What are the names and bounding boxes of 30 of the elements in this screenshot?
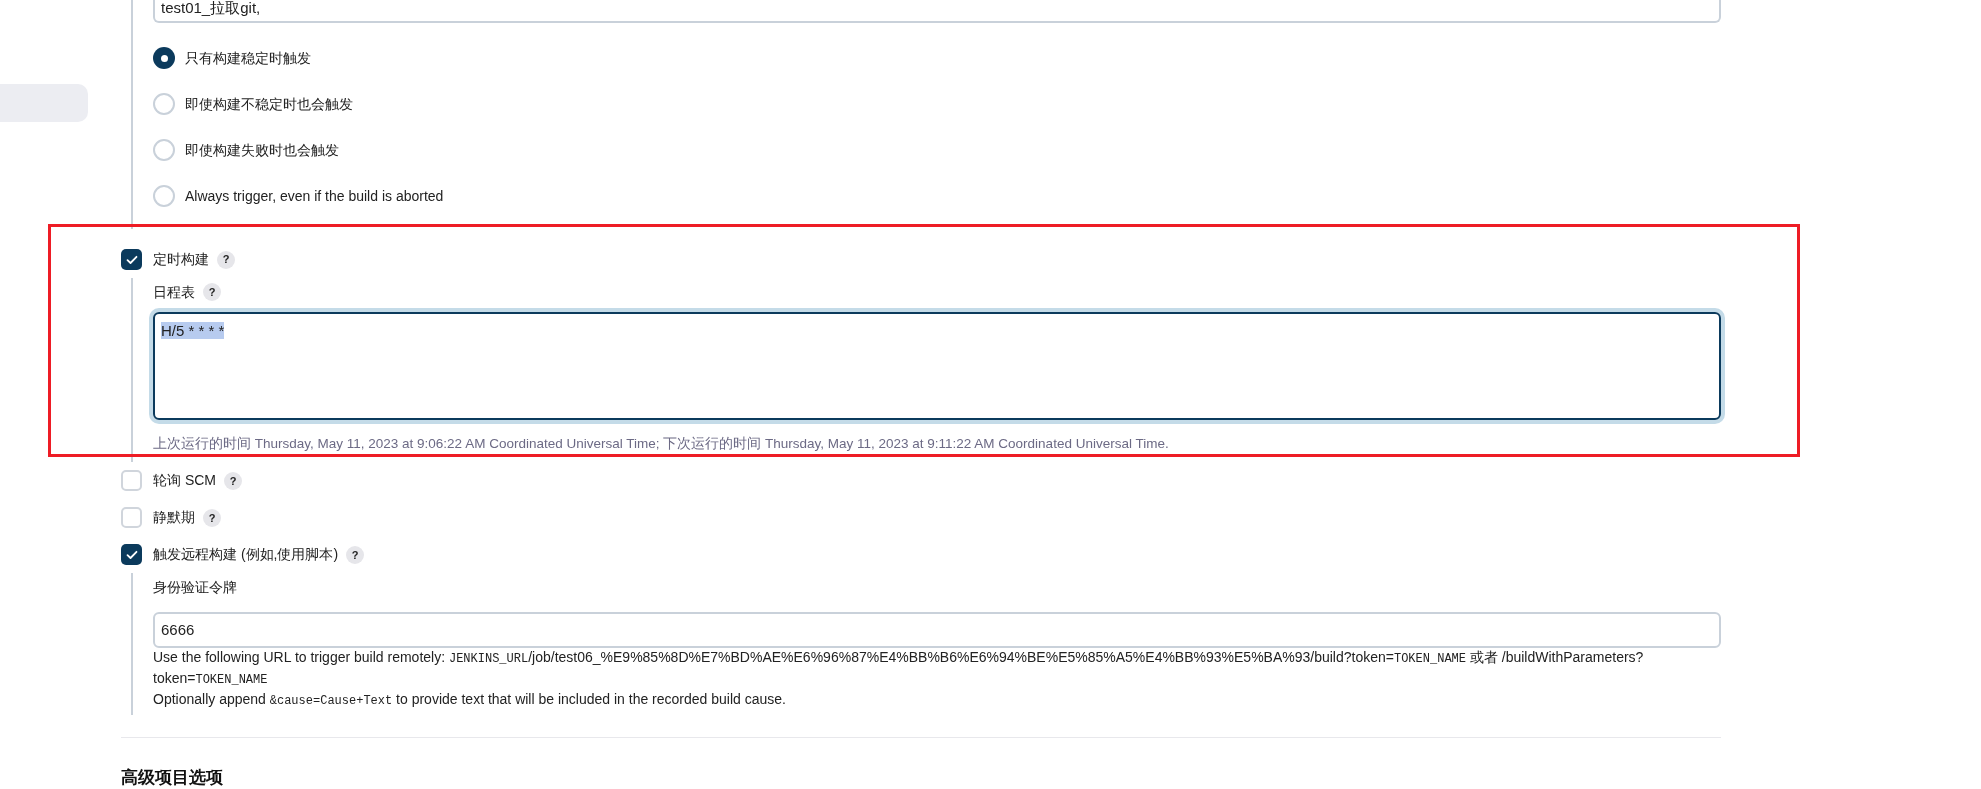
help-icon[interactable]: ? bbox=[217, 250, 235, 269]
checkbox-label: 轮询 SCM bbox=[153, 471, 216, 491]
field-label: 日程表 bbox=[153, 282, 195, 302]
help-text: Optionally append &cause=Cause+Text to provide text that will be included in the recorded build cause. bbox=[153, 690, 787, 711]
radio-button[interactable] bbox=[153, 139, 175, 161]
radio-label: 只有构建稳定时触发 bbox=[185, 48, 311, 68]
checkmark-icon bbox=[125, 549, 138, 560]
radio-label: Always trigger, even if the build is aborted bbox=[185, 186, 444, 206]
help-icon[interactable]: ? bbox=[203, 508, 221, 527]
radio-button[interactable] bbox=[153, 93, 175, 115]
checkbox[interactable] bbox=[121, 470, 142, 492]
checkbox-label: 静默期 bbox=[153, 508, 195, 528]
checkbox-label: 定时构建 bbox=[153, 250, 209, 269]
checkbox-label: 触发远程构建 (例如,使用脚本) bbox=[153, 545, 339, 565]
checkmark-icon bbox=[125, 254, 138, 265]
checkbox[interactable] bbox=[121, 507, 142, 529]
checkbox[interactable] bbox=[121, 544, 142, 566]
radio-label: 即使构建失败时也会触发 bbox=[185, 140, 339, 160]
checkbox[interactable] bbox=[121, 249, 142, 270]
field-label: 身份验证令牌 bbox=[153, 578, 238, 598]
radio-button[interactable] bbox=[153, 47, 175, 69]
help-icon[interactable]: ? bbox=[346, 545, 365, 564]
radio-label: 即使构建不稳定时也会触发 bbox=[185, 94, 353, 114]
projects-input[interactable]: test01_拉取git, bbox=[153, 0, 1721, 23]
schedule-hint: 上次运行的时间 Thursday, May 11, 2023 at 9:06:22 AM Coordinated Universal Time; 下次运行的时间 Thursday, May 11, 2023 at 9:11:22 AM Coordinated Universal Time. bbox=[153, 435, 1170, 453]
radio-button[interactable] bbox=[153, 185, 175, 207]
help-icon[interactable]: ? bbox=[203, 283, 221, 301]
section-heading: 高级项目选项 bbox=[121, 768, 224, 789]
token-input[interactable]: 6666 bbox=[153, 612, 1721, 649]
help-icon[interactable]: ? bbox=[224, 471, 242, 490]
